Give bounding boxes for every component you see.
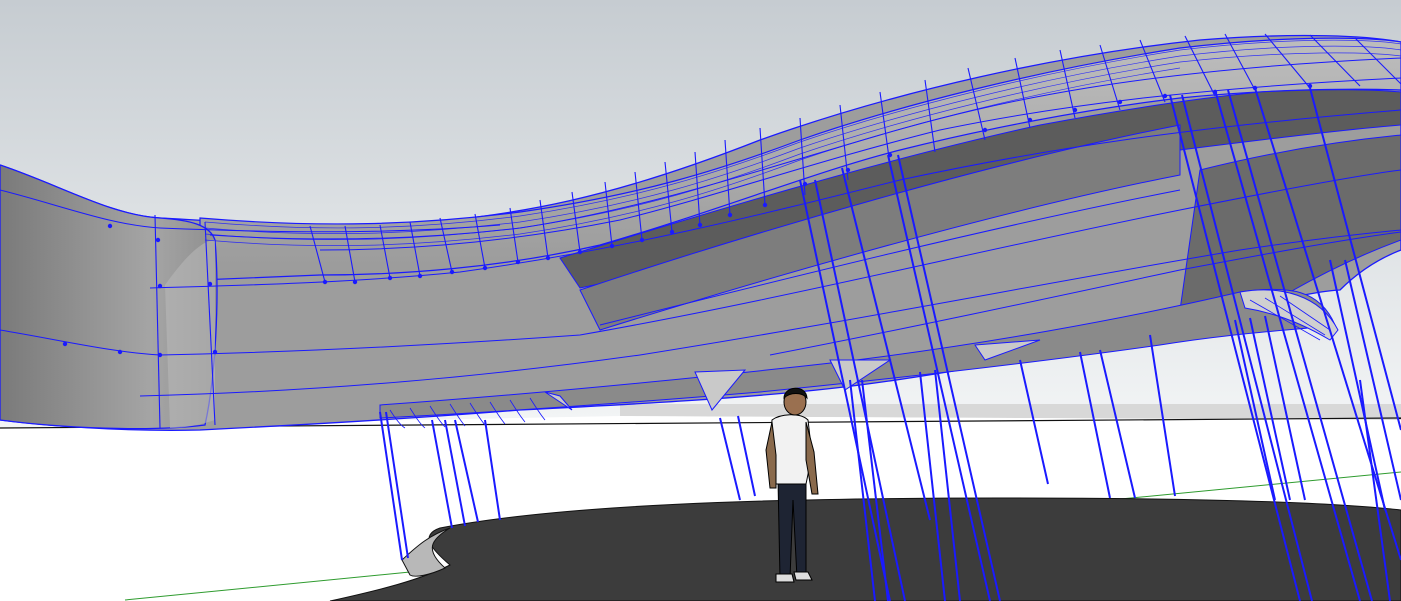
modeling-viewport[interactable] xyxy=(0,0,1401,601)
